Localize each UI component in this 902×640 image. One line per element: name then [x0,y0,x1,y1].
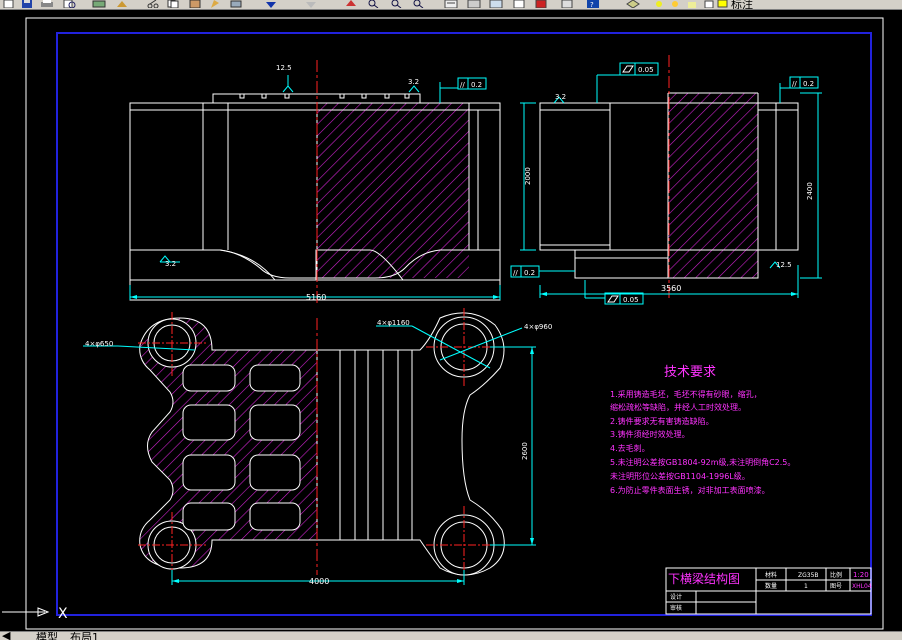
tech-line-5: 4.去毛刺。 [610,443,650,453]
design-center-icon[interactable] [467,0,481,8]
plan-height-dim: 2600 [521,442,529,460]
layer-on-icon[interactable] [652,0,666,8]
layer-lock-icon[interactable] [685,0,699,8]
tech-line-6: 5.未注明公差按GB1804-92m级,未注明倒角C2.5。 [610,457,795,467]
side-view: 3560 2000 2400 0.05 // 0.2 3.2 // 0.2 12… [510,55,822,305]
tech-line-7: 未注明形位公差按GB1104-1996L级。 [610,471,750,481]
markup-icon[interactable] [534,0,548,8]
plan-hole-large-label: 4×φ960 [524,323,552,331]
ucs-icon: X [2,606,68,622]
side-roughness-left: 3.2 [555,93,566,101]
layer-manager-icon[interactable] [626,0,640,8]
plan-width-dim: 4000 [309,577,329,586]
match-properties-icon[interactable] [208,0,222,8]
material-label: 材料 [765,571,777,579]
svg-text://: // [513,269,518,277]
material-value: ZG35B [798,572,819,579]
svg-text:?: ? [590,1,594,8]
tab-layout1[interactable]: 布局1 [70,632,99,640]
title-block: 下横梁结构图 材料 ZG35B 比例 1:20 数量 1 图号 XHL04 设计… [665,567,872,615]
plan-view: 4×φ650 4×φ1160 4×φ960 2600 4000 [83,308,552,586]
standard-toolbar: ? 标注 [0,0,902,10]
sheet-set-icon[interactable] [512,0,526,8]
zoom-window-icon[interactable] [389,0,403,8]
side-width-dim: 3560 [661,284,681,293]
tool-palette-icon[interactable] [489,0,503,8]
zoom-realtime-icon[interactable] [366,0,380,8]
technical-requirements: 技术要求 1.采用铸造毛坯，毛坯不得有砂眼，缩孔， 缩松疏松等缺陷，并经人工时效… [610,365,795,495]
calculator-icon[interactable] [560,0,574,8]
copy-icon[interactable] [166,0,180,8]
redo-icon[interactable] [304,0,318,8]
front-view: 5160 12.5 3.2 // 0.2 3.2 [129,60,501,305]
tech-line-2: 缩松疏松等缺陷，并经人工时效处理。 [610,402,746,412]
side-roughness-right: 12.5 [776,261,792,269]
drawing-no-label: 图号 [830,583,842,590]
plan-hole-mid-label: 4×φ1160 [377,319,410,327]
help-icon[interactable]: ? [586,0,600,8]
pan-icon[interactable] [344,0,358,8]
paste-icon[interactable] [188,0,202,8]
save-icon[interactable] [20,0,34,8]
side-flatness-top: 0.05 [638,66,654,74]
qty-value: 1 [804,583,808,590]
side-flatness-bottom: 0.05 [623,296,639,304]
print-icon[interactable] [40,0,54,8]
side-parallelism-bottom: 0.2 [524,269,535,277]
tech-line-8: 6.为防止零件表面生锈，对非加工表面喷漆。 [610,485,770,495]
scale-value: 1:20 [853,571,869,579]
scale-label: 比例 [830,571,842,579]
drawing-canvas[interactable]: 5160 12.5 3.2 // 0.2 3.2 3560 2000 2400 … [0,10,902,631]
zoom-previous-icon[interactable] [411,0,425,8]
tab-model[interactable]: 模型 [36,632,58,640]
front-roughness-top-left: 12.5 [276,64,292,72]
design-label: 设计 [670,593,682,601]
preview-icon[interactable] [62,0,76,8]
front-width-dim: 5160 [306,293,326,302]
ucs-x-label: X [58,606,68,622]
side-parallelism-value: 0.2 [803,80,814,88]
layer-color-icon[interactable] [702,0,716,8]
properties-icon[interactable] [444,0,458,8]
front-roughness-top-right: 3.2 [408,78,419,86]
publish-icon[interactable] [115,0,129,8]
tech-title: 技术要求 [664,365,716,380]
cad-application-window: { "toolbar": { "layer_name": "标注", "butt… [0,0,902,640]
layer-swatch-icon [716,0,730,8]
plan-hole-small-label: 4×φ650 [85,340,113,348]
side-height-left: 2000 [524,167,532,185]
layer-dropdown[interactable]: 标注 [731,0,753,9]
undo-icon[interactable] [264,0,278,8]
svg-text://: // [460,81,465,89]
side-height-right: 2400 [806,182,814,200]
svg-text://: // [792,80,797,88]
layout-tabs: ◀ 模型 布局1 [0,631,902,640]
tech-line-4: 3.铸件须经时效处理。 [610,429,690,439]
front-parallelism-value: 0.2 [471,81,482,89]
review-label: 审核 [670,604,682,612]
block-editor-icon[interactable] [229,0,243,8]
layer-freeze-icon[interactable] [668,0,682,8]
cut-icon[interactable] [146,0,160,8]
drawing-no-value: XHL04 [852,583,872,590]
qty-label: 数量 [765,582,777,590]
tab-nav-arrows[interactable]: ◀ [2,632,10,640]
part-name: 下横梁结构图 [668,571,740,586]
new-icon[interactable] [2,0,16,8]
tech-line-3: 2.铸件要求无有害铸造缺陷。 [610,416,714,426]
plot-icon[interactable] [92,0,106,8]
front-roughness-bottom: 3.2 [165,260,176,268]
tech-line-1: 1.采用铸造毛坯，毛坯不得有砂眼，缩孔， [610,389,762,399]
